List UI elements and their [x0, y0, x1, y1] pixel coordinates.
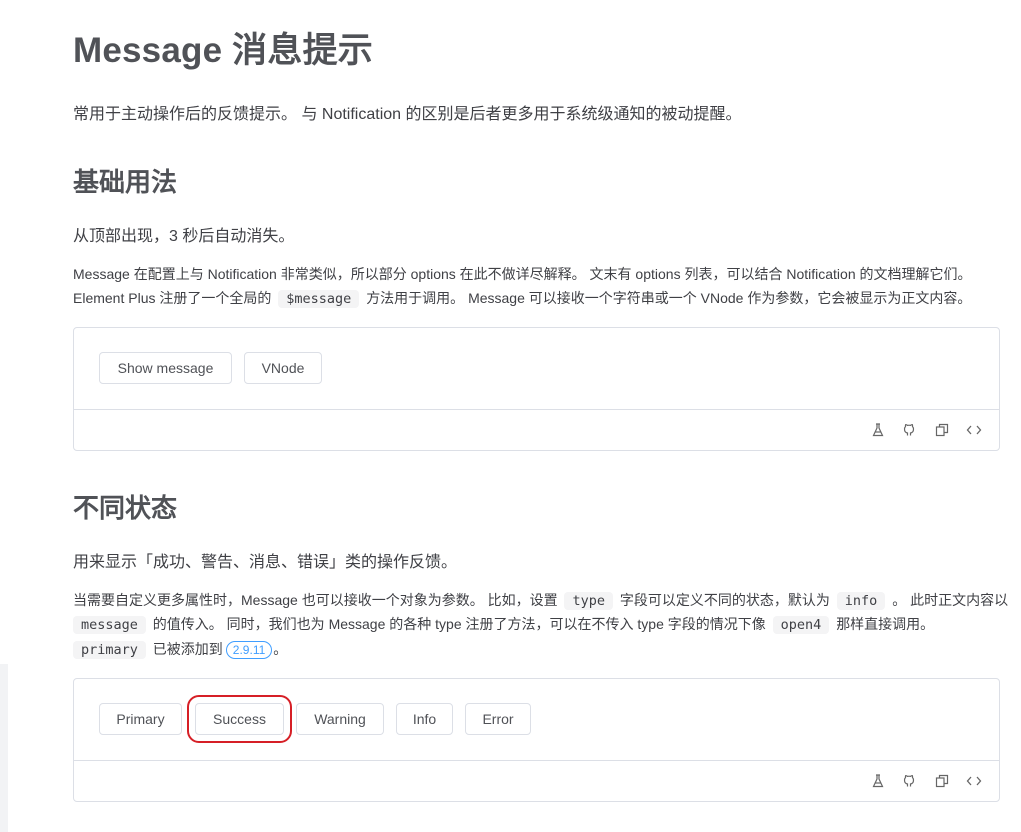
- demo-preview: Primary Success Warning Info Error: [74, 679, 999, 761]
- types-desc-1-text-b: 字段可以定义不同的状态，默认为: [619, 592, 830, 608]
- version-badge[interactable]: 2.9.11: [225, 641, 273, 659]
- demo-preview: Show message VNode: [74, 328, 999, 410]
- inline-code-info: info: [836, 592, 886, 610]
- scrollbar-track[interactable]: [0, 664, 8, 832]
- primary-button[interactable]: Primary: [99, 703, 182, 735]
- code-icon[interactable]: [965, 421, 983, 439]
- inline-code-primary: primary: [73, 641, 146, 659]
- github-icon[interactable]: [901, 772, 919, 790]
- warning-button[interactable]: Warning: [296, 703, 384, 735]
- types-desc-3: primary 已被添加到 2.9.11。: [73, 637, 287, 662]
- success-button[interactable]: Success: [187, 695, 292, 743]
- types-desc-2-text-b: 那样直接调用。: [836, 616, 935, 632]
- copy-icon[interactable]: [933, 421, 951, 439]
- demo-block-types: Primary Success Warning Info Error: [73, 678, 1000, 802]
- section-heading-basic: 基础用法: [73, 167, 178, 197]
- playground-icon[interactable]: [869, 421, 887, 439]
- types-desc-2: message 的值传入。 同时，我们也为 Message 的各种 type 注…: [73, 612, 934, 637]
- copy-icon[interactable]: [933, 772, 951, 790]
- types-desc-1: 当需要自定义更多属性时，Message 也可以接收一个对象为参数。 比如，设置 …: [73, 588, 1008, 613]
- basic-desc-2-text-a: Element Plus 注册了一个全局的: [73, 290, 272, 306]
- types-desc-3-text-a: 已被添加到: [152, 641, 223, 657]
- demo-toolbar: [74, 761, 999, 801]
- types-desc-3-text-b: 。: [273, 641, 288, 657]
- page-intro: 常用于主动操作后的反馈提示。 与 Notification 的区别是后者更多用于…: [73, 106, 742, 123]
- basic-desc-2-text-b: 方法用于调用。 Message 可以接收一个字符串或一个 VNode 作为参数，…: [366, 290, 972, 306]
- info-button[interactable]: Info: [396, 703, 453, 735]
- inline-code-type: type: [564, 592, 613, 610]
- inline-code-open4: open4: [772, 616, 830, 634]
- page-title: Message 消息提示: [73, 31, 373, 70]
- demo-toolbar: [74, 410, 999, 450]
- demo-block-basic: Show message VNode: [73, 327, 1000, 451]
- section-heading-types: 不同状态: [73, 493, 178, 523]
- basic-lead: 从顶部出现，3 秒后自动消失。: [73, 228, 295, 245]
- playground-icon[interactable]: [869, 772, 887, 790]
- types-lead: 用来显示「成功、警告、消息、错误」类的操作反馈。: [73, 554, 458, 571]
- inline-code-message-field: message: [73, 616, 146, 634]
- show-message-button[interactable]: Show message: [99, 352, 232, 384]
- types-desc-1-text-a: 当需要自定义更多属性时，Message 也可以接收一个对象为参数。 比如，设置: [73, 592, 558, 608]
- github-icon[interactable]: [901, 421, 919, 439]
- error-button[interactable]: Error: [465, 703, 531, 735]
- vnode-button[interactable]: VNode: [244, 352, 322, 384]
- code-icon[interactable]: [965, 772, 983, 790]
- inline-code-message: $message: [278, 290, 360, 308]
- basic-desc-1: Message 在配置上与 Notification 非常类似，所以部分 opt…: [73, 266, 972, 282]
- basic-desc-2: Element Plus 注册了一个全局的 $message 方法用于调用。 M…: [73, 286, 971, 311]
- types-desc-2-text-a: 的值传入。 同时，我们也为 Message 的各种 type 注册了方法，可以在…: [152, 616, 766, 632]
- types-desc-1-text-c: 。 此时正文内容以: [892, 592, 1009, 608]
